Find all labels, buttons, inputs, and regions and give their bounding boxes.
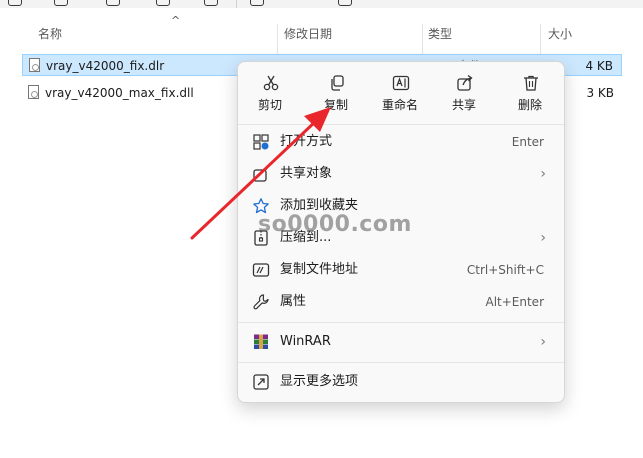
paste-toolbar-icon[interactable] xyxy=(106,0,120,6)
sort-ascending-icon: ^ xyxy=(171,14,181,27)
wrench-icon xyxy=(253,294,269,310)
share-icon xyxy=(457,74,473,91)
delete-toolbar-icon[interactable] xyxy=(204,0,218,6)
watermark: so0000.com xyxy=(258,212,412,237)
file-name: vray_v42000_fix.dlr xyxy=(46,59,165,73)
file-size: 3 KB xyxy=(586,86,614,100)
trash-icon xyxy=(524,75,538,91)
column-modified[interactable]: 修改日期 xyxy=(284,20,332,48)
sort-toolbar-icon[interactable] xyxy=(250,0,264,6)
rename-label: 重命名 xyxy=(381,98,418,112)
menu-item-shortcut: Alt+Enter xyxy=(485,295,544,309)
rename-toolbar-icon[interactable] xyxy=(156,0,170,6)
copy-toolbar-icon[interactable] xyxy=(54,0,68,6)
cut-toolbar-icon[interactable] xyxy=(8,0,22,6)
cut-label: 剪切 xyxy=(257,98,282,112)
cut-button[interactable]: 剪切 xyxy=(240,68,300,122)
file-icon xyxy=(29,58,40,72)
menu-item-properties[interactable]: 属性 Alt+Enter xyxy=(242,287,560,317)
more-options-icon xyxy=(253,374,269,390)
menu-item-share-with[interactable]: 共享对象 › xyxy=(242,159,560,189)
menu-item-label: 打开方式 xyxy=(280,134,333,149)
rename-icon xyxy=(392,75,410,91)
menu-item-shortcut: Enter xyxy=(511,135,544,149)
menu-divider xyxy=(238,124,564,125)
view-toolbar-icon[interactable] xyxy=(338,0,352,6)
column-header: ^ 名称 修改日期 类型 大小 xyxy=(22,14,643,64)
menu-item-label: 属性 xyxy=(280,294,307,309)
menu-item-label: WinRAR xyxy=(280,334,331,349)
menu-item-open-with[interactable]: 打开方式 Enter xyxy=(242,127,560,157)
menu-item-copy-path[interactable]: 复制文件地址 Ctrl+Shift+C xyxy=(242,255,560,285)
scissors-icon xyxy=(263,75,279,91)
open-with-icon xyxy=(253,134,269,150)
menu-item-winrar[interactable]: WinRAR › xyxy=(242,327,560,357)
rename-button[interactable]: 重命名 xyxy=(370,68,430,122)
copy-path-icon xyxy=(252,263,270,277)
file-icon xyxy=(28,85,39,99)
file-size: 4 KB xyxy=(585,59,613,73)
menu-item-show-more[interactable]: 显示更多选项 xyxy=(242,367,560,397)
chevron-right-icon: › xyxy=(540,166,546,182)
menu-divider xyxy=(238,362,564,363)
menu-item-label: 显示更多选项 xyxy=(280,374,359,389)
column-name[interactable]: 名称 xyxy=(38,20,62,48)
menu-item-shortcut: Ctrl+Shift+C xyxy=(466,263,544,277)
toolbar-divider xyxy=(236,0,237,8)
file-name: vray_v42000_max_fix.dll xyxy=(45,86,194,100)
share-label: 共享 xyxy=(451,98,476,112)
share-with-icon xyxy=(253,168,268,182)
copy-label: 复制 xyxy=(323,98,348,112)
command-bar xyxy=(0,0,643,8)
delete-button[interactable]: 删除 xyxy=(500,68,560,122)
share-button[interactable]: 共享 xyxy=(434,68,494,122)
column-type[interactable]: 类型 xyxy=(428,20,452,48)
delete-label: 删除 xyxy=(517,98,542,112)
menu-divider xyxy=(238,322,564,323)
copy-button[interactable]: 复制 xyxy=(306,68,366,122)
menu-item-label: 复制文件地址 xyxy=(280,262,359,277)
winrar-icon xyxy=(254,334,268,349)
copy-icon xyxy=(331,75,344,91)
menu-item-label: 共享对象 xyxy=(280,166,333,181)
column-size[interactable]: 大小 xyxy=(548,20,572,48)
chevron-right-icon: › xyxy=(540,230,546,246)
chevron-right-icon: › xyxy=(540,334,546,350)
